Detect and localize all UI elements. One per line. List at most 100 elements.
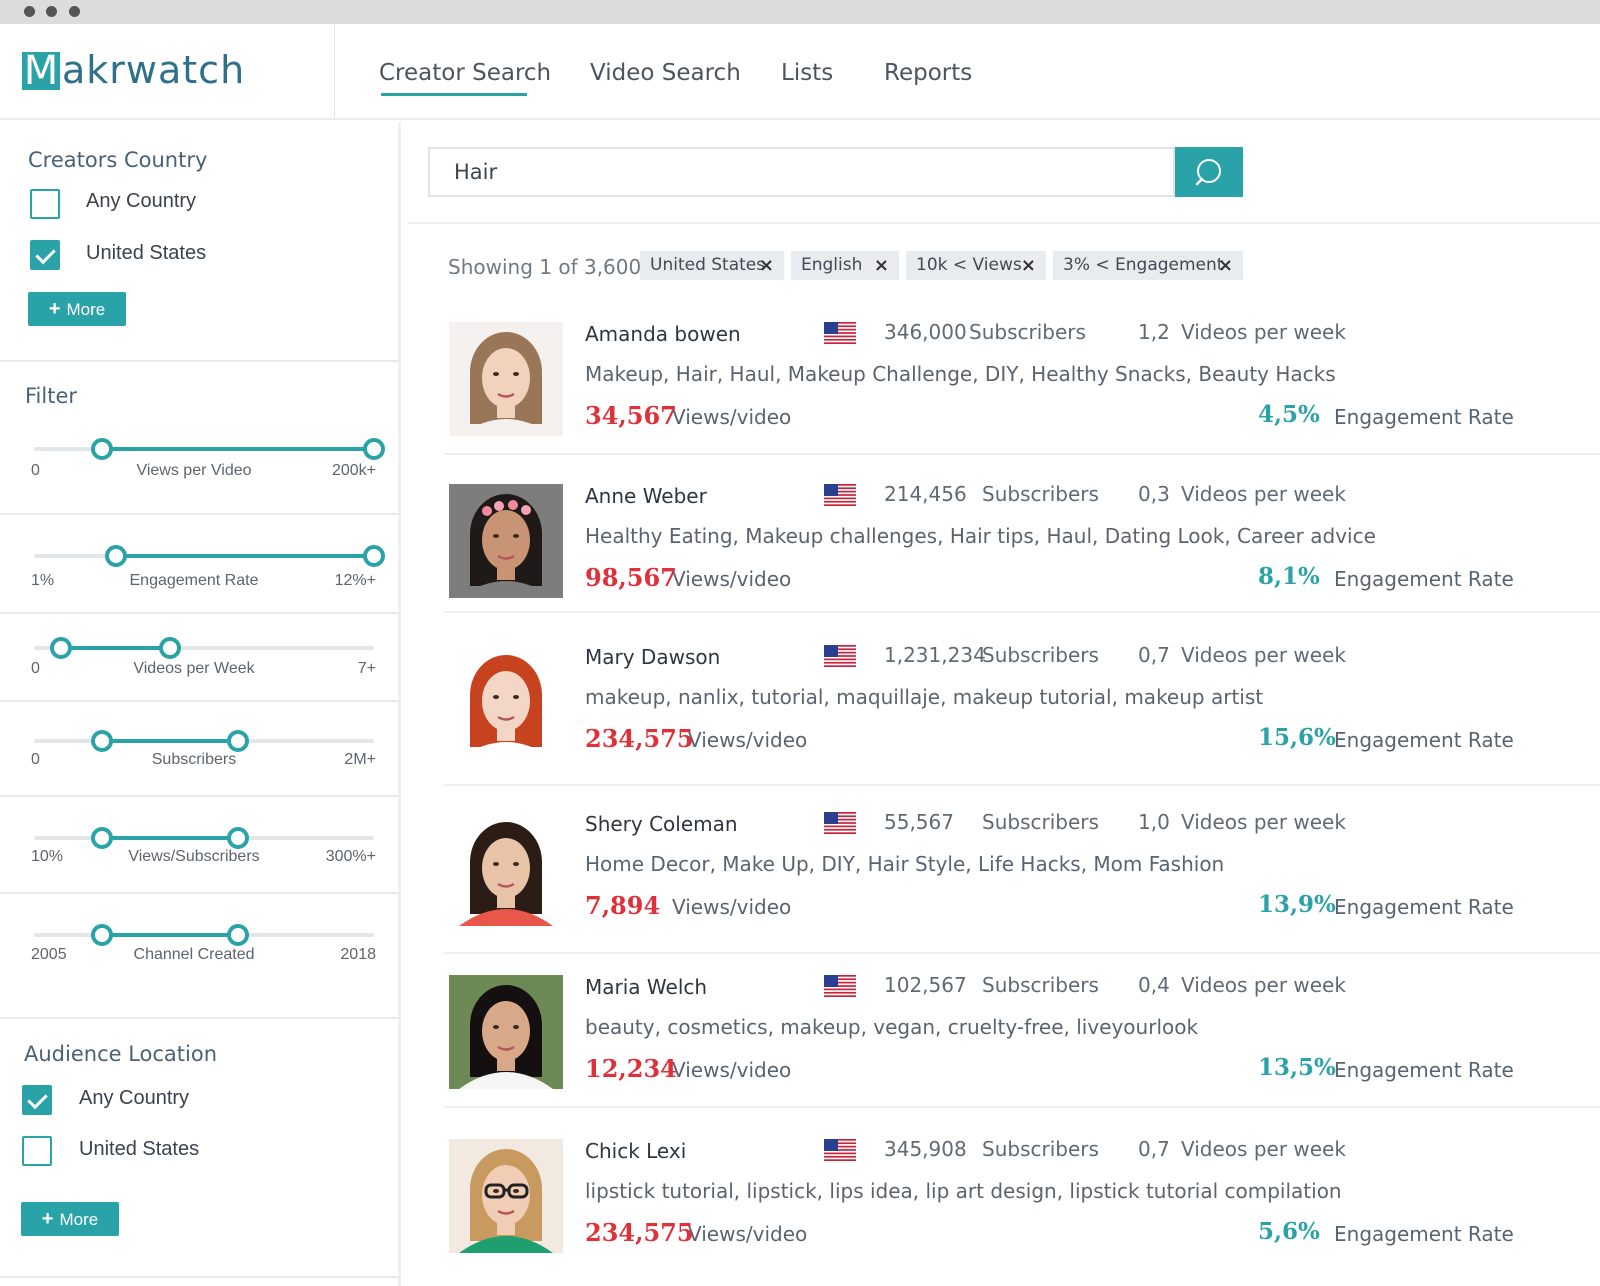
tab-reports[interactable]: Reports (884, 60, 972, 86)
filter-chip-english[interactable]: English × (791, 251, 899, 280)
slider-max-handle[interactable] (227, 827, 249, 849)
subscriber-count: 1,231,234 (884, 643, 986, 667)
slider-divider (0, 513, 401, 515)
close-icon[interactable]: × (759, 251, 774, 280)
checkbox-creators-united-states[interactable] (30, 240, 60, 270)
creator-avatar[interactable] (449, 645, 563, 759)
slider-max-handle[interactable] (363, 545, 385, 567)
logo[interactable]: M akrwatch (0, 24, 335, 118)
checkbox-audience-any-country[interactable] (22, 1085, 52, 1115)
slider-max-handle[interactable] (227, 924, 249, 946)
tab-lists[interactable]: Lists (781, 60, 833, 86)
subscriber-label: Subscribers (982, 643, 1099, 667)
creator-tags: makeup, nanlix, tutorial, maquillaje, ma… (585, 685, 1264, 709)
videos-per-week: 0,7 (1138, 643, 1170, 667)
slider-max-handle[interactable] (363, 438, 385, 460)
creator-name[interactable]: Shery Coleman (585, 812, 738, 836)
slider-range-fill (61, 646, 170, 650)
videos-per-week: 1,0 (1138, 810, 1170, 834)
creator-avatar[interactable] (449, 812, 563, 926)
checkbox-audience-united-states[interactable] (22, 1136, 52, 1166)
tab-creator-search[interactable]: Creator Search (379, 60, 551, 86)
row-divider (444, 784, 1600, 786)
chip-label: 10k < Views (916, 255, 1022, 275)
audience-more-button[interactable]: + More (21, 1202, 119, 1236)
row-divider (444, 611, 1600, 613)
views-per-video-label: Views/video (672, 405, 792, 429)
logo-mark: M (22, 48, 60, 94)
search-divider (408, 222, 1600, 224)
creator-avatar[interactable] (449, 484, 563, 598)
slider-title: Views per Video (136, 462, 252, 479)
more-label: More (59, 1210, 99, 1229)
filter-chip-views[interactable]: 10k < Views × (906, 251, 1046, 280)
creators-more-button[interactable]: + More (28, 292, 126, 326)
slider-max-handle[interactable] (159, 637, 181, 659)
close-icon[interactable]: × (1218, 251, 1233, 280)
checkbox-label: United States (79, 1138, 200, 1160)
creator-avatar[interactable] (449, 322, 563, 436)
slider-min-handle[interactable] (91, 730, 113, 752)
views-per-video: 234,575 (585, 1218, 694, 1247)
window-titlebar (0, 0, 1600, 24)
views-per-video-label: Views/video (672, 1058, 792, 1082)
creator-avatar[interactable] (449, 1139, 563, 1253)
creator-name[interactable]: Mary Dawson (585, 645, 720, 669)
engagement-rate: 8,1% (1258, 563, 1320, 590)
row-divider (444, 453, 1600, 455)
slider-min-handle[interactable] (91, 438, 113, 460)
close-icon[interactable]: × (1021, 251, 1036, 280)
slider-divider (0, 700, 401, 702)
checkbox-label: Any Country (79, 1087, 190, 1109)
slider-title: Views/Subscribers (128, 848, 260, 865)
search-button[interactable] (1175, 147, 1243, 197)
close-icon[interactable]: × (874, 251, 889, 280)
filter-sidebar: Creators Country Any Country United Stat… (0, 122, 401, 1286)
row-divider (444, 1106, 1600, 1108)
creator-name[interactable]: Anne Weber (585, 484, 707, 508)
slider-min-label: 0 (31, 462, 40, 479)
creator-name[interactable]: Chick Lexi (585, 1139, 686, 1163)
engagement-rate: 13,9% (1258, 891, 1336, 918)
search-input[interactable]: Hair (428, 147, 1175, 197)
slider-min-handle[interactable] (91, 827, 113, 849)
app-header: M akrwatch Creator Search Video Search L… (0, 24, 1600, 120)
creator-name[interactable]: Maria Welch (585, 975, 707, 999)
slider-min-handle[interactable] (104, 545, 127, 567)
checkbox-creators-any-country[interactable] (30, 189, 60, 219)
slider-max-handle[interactable] (227, 730, 249, 752)
views-per-video-label: Views/video (688, 1222, 808, 1246)
creator-avatar[interactable] (449, 975, 563, 1089)
views-per-video: 98,567 (585, 563, 677, 592)
videos-per-week: 0,3 (1138, 482, 1170, 506)
slider-min-handle[interactable] (50, 637, 73, 659)
slider-min-handle[interactable] (91, 924, 113, 946)
creators-country-title: Creators Country (28, 148, 208, 172)
videos-per-week-label: Videos per week (1181, 973, 1346, 997)
window-close-dot[interactable] (24, 6, 35, 17)
videos-per-week: 0,7 (1138, 1137, 1170, 1161)
search-icon (1195, 159, 1221, 186)
engagement-rate-label: Engagement Rate (1334, 1222, 1514, 1246)
slider-range-fill (102, 836, 238, 840)
filter-title: Filter (25, 384, 78, 408)
filter-chip-engagement[interactable]: 3% < Engagement × (1053, 251, 1243, 280)
slider-max-label: 2018 (340, 946, 376, 963)
videos-per-week-label: Videos per week (1181, 643, 1346, 667)
creator-tags: lipstick tutorial, lipstick, lips idea, … (585, 1179, 1342, 1203)
us-flag-icon (824, 645, 856, 667)
tab-video-search[interactable]: Video Search (590, 60, 741, 86)
slider-min-label: 2005 (31, 946, 67, 963)
subscriber-count: 214,456 (884, 482, 967, 506)
engagement-rate: 5,6% (1258, 1218, 1320, 1245)
slider-divider (0, 892, 401, 894)
window-maximize-dot[interactable] (69, 6, 80, 17)
us-flag-icon (824, 484, 856, 506)
engagement-rate-label: Engagement Rate (1334, 567, 1514, 591)
filter-chip-united-states[interactable]: United States × (640, 251, 784, 280)
results-count: Showing 1 of 3,600 (448, 255, 642, 279)
window-minimize-dot[interactable] (46, 6, 57, 17)
engagement-rate-label: Engagement Rate (1334, 1058, 1514, 1082)
creator-name[interactable]: Amanda bowen (585, 322, 741, 346)
videos-per-week-label: Videos per week (1181, 320, 1346, 344)
